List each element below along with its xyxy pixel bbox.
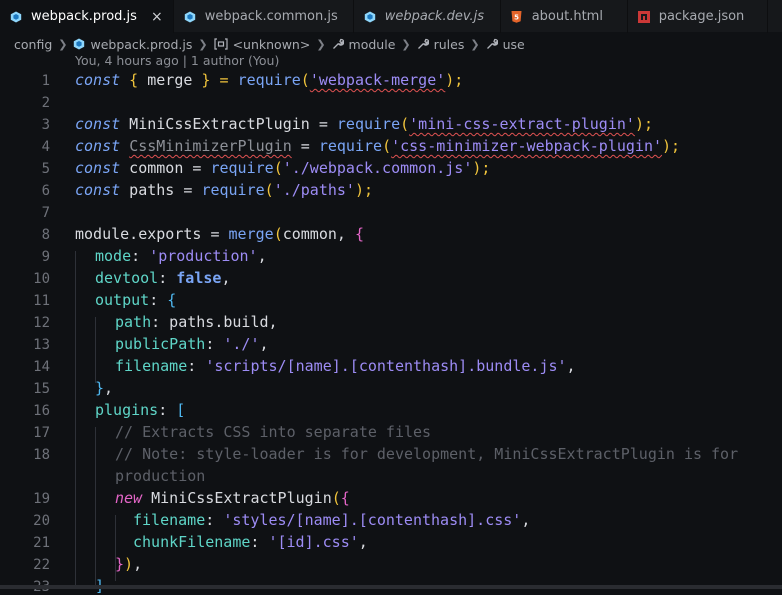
line-number: 21: [33, 535, 50, 551]
code-line: const MiniCssExtractPlugin = require('mi…: [75, 115, 653, 133]
code-line: plugins: [: [95, 401, 186, 419]
line-number: 9: [41, 249, 50, 265]
tab-label: package.json: [658, 9, 745, 24]
wrench-icon: [417, 38, 429, 50]
breadcrumb: config ❯ webpack.prod.js ❯ <unknown> ❯ m…: [0, 33, 782, 55]
line-number: 19: [33, 491, 50, 507]
line-number: 15: [33, 381, 50, 397]
code-comment: // Extracts CSS into separate files: [115, 423, 432, 441]
line-number: 4: [41, 139, 50, 155]
code-line: }),: [115, 555, 143, 573]
code-comment-wrap: production: [115, 467, 206, 485]
npm-icon: [637, 10, 650, 23]
breadcrumb-use[interactable]: use: [486, 37, 525, 52]
chevron-right-icon: ❯: [198, 37, 208, 51]
line-number: 6: [41, 183, 50, 199]
breadcrumb-unknown[interactable]: <unknown>: [213, 37, 310, 52]
html5-icon: 5: [511, 10, 523, 23]
line-number: 8: [41, 227, 50, 243]
webpack-icon: [364, 11, 376, 23]
code-line: module.exports = merge(common, {: [75, 225, 364, 243]
line-number: 11: [33, 293, 50, 309]
code-editor[interactable]: 1 2 3 4 5 6 7 8 9 10 11 12 13 14 15 16 1…: [0, 70, 782, 595]
code-comment: // Note: style-loader is for development…: [115, 445, 739, 463]
tab-label: webpack.prod.js: [31, 9, 137, 24]
line-number: 17: [33, 425, 50, 441]
line-number: 20: [33, 513, 50, 529]
line-number: 22: [33, 557, 50, 573]
indent-guide: [75, 251, 76, 589]
close-icon[interactable]: ×: [151, 9, 163, 25]
line-number: 16: [33, 403, 50, 419]
indent-guide: [95, 427, 96, 589]
code-line: path: paths.build,: [115, 313, 278, 331]
tab-webpack-dev[interactable]: webpack.dev.js: [354, 0, 501, 33]
code-line: mode: 'production',: [95, 247, 267, 265]
breadcrumb-module[interactable]: module: [332, 37, 395, 52]
code-line: const paths = require('./paths');: [75, 181, 374, 199]
breadcrumb-file[interactable]: webpack.prod.js: [73, 37, 192, 52]
tab-package-json[interactable]: package.json: [628, 0, 768, 33]
webpack-icon: [10, 11, 22, 23]
code-line: new MiniCssExtractPlugin({: [115, 489, 350, 507]
line-number: 14: [33, 359, 50, 375]
code-line: const CssMinimizerPlugin = require('css-…: [75, 137, 681, 155]
tab-label: webpack.common.js: [204, 9, 338, 24]
webpack-icon: [73, 38, 85, 50]
symbol-variable-icon: [213, 38, 228, 50]
chevron-right-icon: ❯: [470, 37, 480, 51]
code-line: },: [95, 379, 114, 397]
tab-about-html[interactable]: 5 about.html: [501, 0, 628, 33]
tab-label: about.html: [531, 9, 603, 24]
code-line: filename: 'styles/[name].[contenthash].c…: [133, 511, 531, 529]
codelens-blame[interactable]: You, 4 hours ago | 1 author (You): [75, 53, 279, 68]
wrench-icon: [332, 38, 344, 50]
chevron-right-icon: ❯: [316, 37, 326, 51]
tab-webpack-prod[interactable]: webpack.prod.js ×: [0, 0, 174, 33]
line-number: 7: [41, 205, 50, 221]
code-line: output: {: [95, 291, 177, 309]
horizontal-scrollbar[interactable]: [0, 585, 782, 589]
code-line: filename: 'scripts/[name].[contenthash].…: [115, 357, 576, 375]
line-number: 10: [33, 271, 50, 287]
line-number: 2: [41, 95, 50, 111]
tab-webpack-common[interactable]: webpack.common.js: [174, 0, 354, 33]
chevron-right-icon: ❯: [58, 37, 68, 51]
webpack-icon: [184, 11, 196, 23]
code-line: const common = require('./webpack.common…: [75, 159, 491, 177]
line-number: 12: [33, 315, 50, 331]
line-number: 13: [33, 337, 50, 353]
breadcrumb-rules[interactable]: rules: [417, 37, 464, 52]
breadcrumb-config[interactable]: config: [14, 37, 52, 52]
svg-text:5: 5: [514, 13, 519, 21]
editor-tab-bar: webpack.prod.js × webpack.common.js webp…: [0, 0, 782, 33]
line-number: 1: [41, 73, 50, 89]
wrench-icon: [486, 38, 498, 50]
line-number: 5: [41, 161, 50, 177]
code-line: devtool: false,: [95, 269, 231, 287]
line-number: 3: [41, 117, 50, 133]
tab-label: webpack.dev.js: [384, 9, 484, 24]
chevron-right-icon: ❯: [401, 37, 411, 51]
indent-guide: [95, 317, 96, 383]
line-number: 18: [33, 447, 50, 463]
code-line: chunkFilename: '[id].css',: [133, 533, 368, 551]
code-line: const { merge } = require('webpack-merge…: [75, 71, 464, 89]
code-line: publicPath: './',: [115, 335, 269, 353]
